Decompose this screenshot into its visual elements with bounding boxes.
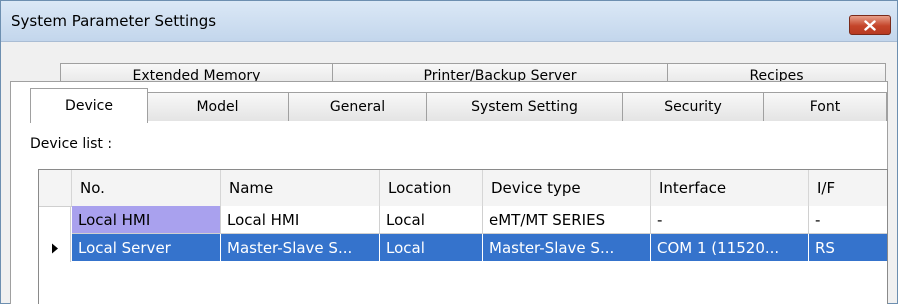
current-row-arrow-icon	[51, 239, 59, 258]
column-header-interface[interactable]: Interface	[651, 170, 809, 206]
cell-device-type[interactable]: Master-Slave S...	[483, 234, 651, 262]
cell-interface[interactable]: -	[651, 206, 809, 234]
cell-if[interactable]: RS	[809, 234, 887, 262]
cell-location[interactable]: Local	[380, 206, 483, 234]
window-title: System Parameter Settings	[11, 12, 217, 30]
cell-name[interactable]: Master-Slave S...	[221, 234, 380, 262]
column-header-name[interactable]: Name	[221, 170, 380, 206]
tab-device[interactable]: Device	[30, 88, 148, 123]
column-header-location[interactable]: Location	[380, 170, 483, 206]
title-bar[interactable]: System Parameter Settings	[1, 1, 897, 42]
table-row[interactable]: Local HMI Local HMI Local eMT/MT SERIES …	[39, 206, 887, 234]
device-list-label: Device list :	[30, 136, 113, 152]
tab-general[interactable]: General	[288, 92, 427, 121]
cell-interface[interactable]: COM 1 (11520...	[651, 234, 809, 262]
column-header-if[interactable]: I/F	[809, 170, 887, 206]
cell-no[interactable]: Local Server	[72, 234, 221, 262]
column-header-no[interactable]: No.	[72, 170, 221, 206]
tab-system-setting[interactable]: System Setting	[426, 92, 623, 121]
column-header-device-type[interactable]: Device type	[483, 170, 651, 206]
cell-location[interactable]: Local	[380, 234, 483, 262]
cell-no[interactable]: Local HMI	[72, 206, 221, 234]
device-list-table[interactable]: No. Name Location Device type Interface …	[38, 169, 888, 304]
row-header[interactable]	[39, 234, 71, 262]
close-button[interactable]	[849, 15, 891, 35]
tab-font[interactable]: Font	[763, 92, 887, 121]
tab-security[interactable]: Security	[622, 92, 764, 121]
header-corner	[39, 170, 72, 206]
close-icon	[864, 19, 876, 31]
row-header[interactable]	[39, 206, 71, 234]
cell-name[interactable]: Local HMI	[221, 206, 380, 234]
table-header: No. Name Location Device type Interface …	[39, 170, 887, 207]
cell-if[interactable]: -	[809, 206, 887, 234]
table-row-selected[interactable]: Local Server Master-Slave S... Local Mas…	[39, 234, 887, 262]
tab-model[interactable]: Model	[146, 92, 289, 121]
cell-device-type[interactable]: eMT/MT SERIES	[483, 206, 651, 234]
